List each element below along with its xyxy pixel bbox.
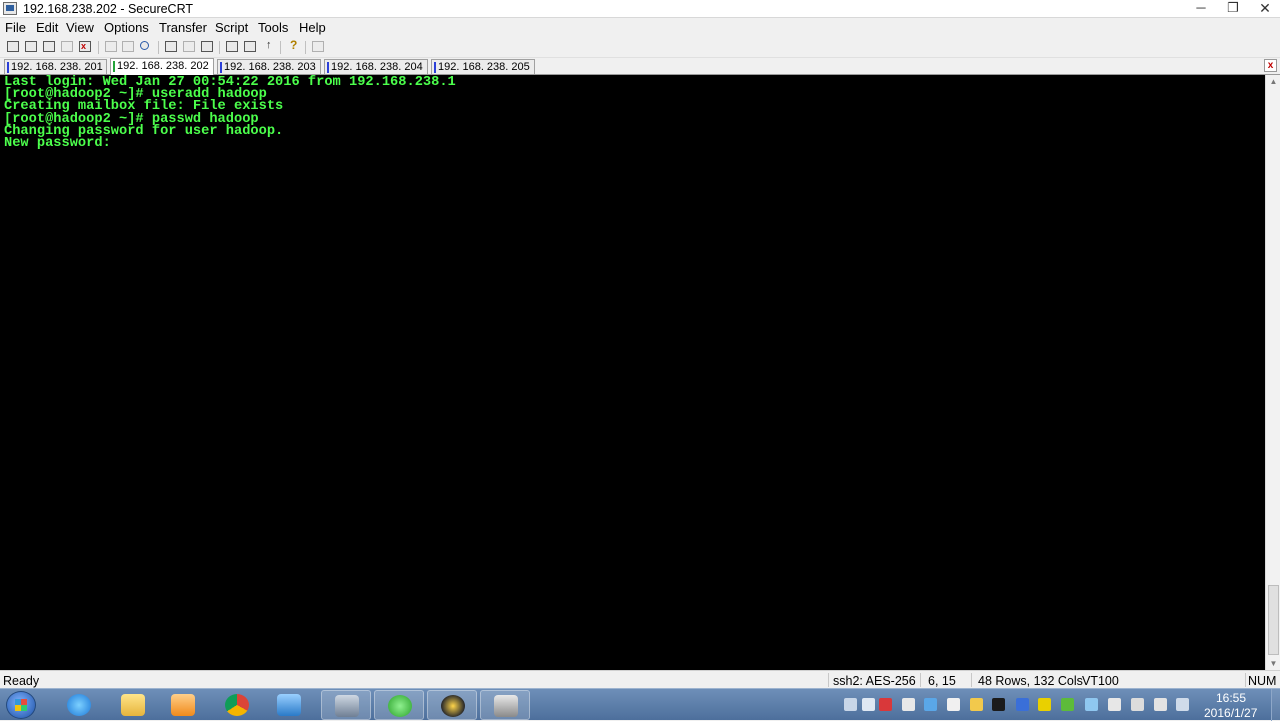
status-separator [971,673,972,687]
refresh-app-icon[interactable] [374,690,424,720]
toolbar-separator [98,41,99,54]
keyboard-icon[interactable] [844,698,857,711]
reconnect-icon[interactable] [60,40,74,54]
clock-time[interactable]: 16:55 [1216,691,1246,705]
flag-tray-icon[interactable] [1108,698,1121,711]
tab-session-201[interactable]: 192. 168. 238. 201 [4,59,107,74]
close-button[interactable]: ✕ [1251,1,1279,16]
vmware-icon[interactable] [264,690,314,720]
chrome-icon[interactable] [212,690,262,720]
title-bar: 192.168.238.202 - SecureCRT ─ ❐ ✕ [0,0,1280,18]
keymap-icon[interactable]: ↑ [262,40,276,54]
network-share-icon[interactable] [902,698,915,711]
tab-session-202[interactable]: 192. 168. 238. 202 [110,58,214,75]
copy-icon[interactable] [104,40,118,54]
toolbar: x ↑ ? [0,37,1280,58]
securecrt-icon[interactable] [480,690,530,720]
status-ready: Ready [3,674,40,688]
connect-icon[interactable] [6,40,20,54]
paste-icon[interactable] [121,40,135,54]
lock-app-icon[interactable] [321,690,371,720]
red-app-tray-icon[interactable] [879,698,892,711]
network-signal-icon[interactable] [1176,698,1189,711]
tab-session-205[interactable]: 192. 168. 238. 205 [431,59,535,74]
scroll-up-arrow-icon[interactable]: ▲ [1266,75,1280,88]
bluetooth-icon[interactable] [1016,698,1029,711]
security-shield-icon[interactable] [1061,698,1074,711]
shield-tray-icon[interactable] [924,698,937,711]
close-tab-icon[interactable]: x [1264,59,1277,72]
media-player-icon[interactable] [158,690,208,720]
print-icon[interactable] [200,40,214,54]
scroll-thumb[interactable] [1268,585,1279,655]
menu-edit[interactable]: Edit [36,20,58,35]
toolbar-separator [158,41,159,54]
vertical-scrollbar[interactable]: ▲ ▼ [1265,75,1280,670]
status-cipher: ssh2: AES-256 [833,674,916,688]
volume-icon[interactable] [1154,698,1167,711]
file-explorer-icon[interactable] [108,690,158,720]
tab-session-203[interactable]: 192. 168. 238. 203 [217,59,321,74]
find-icon[interactable] [139,40,153,54]
restore-button[interactable]: ❐ [1219,1,1247,16]
scroll-down-arrow-icon[interactable]: ▼ [1266,657,1280,670]
disconnect-icon[interactable]: x [78,40,92,54]
internet-explorer-icon[interactable] [54,690,104,720]
plus-tray-icon[interactable] [1038,698,1051,711]
status-numlock: NUM [1248,674,1277,688]
menu-view[interactable]: View [66,20,94,35]
status-emulation: VT100 [1082,674,1119,688]
clock-date[interactable]: 2016/1/27 [1204,706,1257,720]
status-separator [920,673,921,687]
pen-icon[interactable] [862,698,875,711]
session-tab-bar: 192. 168. 238. 201 192. 168. 238. 202 19… [0,58,1280,75]
menu-file[interactable]: File [5,20,26,35]
menu-options[interactable]: Options [104,20,149,35]
menu-help[interactable]: Help [299,20,326,35]
windows-tray-icon[interactable] [947,698,960,711]
menu-script[interactable]: Script [215,20,248,35]
print-setup-icon[interactable] [164,40,178,54]
session-options-icon[interactable] [225,40,239,54]
coin-tray-icon[interactable] [970,698,983,711]
system-tray [840,689,1195,721]
help-icon[interactable]: ? [286,39,300,54]
taskbar: 16:55 2016/1/27 [0,688,1280,721]
toolbar-separator [305,41,306,54]
tab-session-204[interactable]: 192. 168. 238. 204 [324,59,428,74]
window-title: 192.168.238.202 - SecureCRT [23,2,194,16]
show-desktop-button[interactable] [1271,689,1280,721]
qq-icon[interactable] [992,698,1005,711]
quick-connect-icon[interactable] [24,40,38,54]
status-cursor-position: 6, 15 [928,674,956,688]
status-terminal-size: 48 Rows, 132 Cols [978,674,1083,688]
connect-in-tab-icon[interactable] [42,40,56,54]
minimize-button[interactable]: ─ [1187,1,1215,16]
menu-bar: File Edit View Options Transfer Script T… [0,18,1280,37]
sftp-icon[interactable] [311,40,325,54]
toolbar-separator [219,41,220,54]
status-separator [828,673,829,687]
display-tray-icon[interactable] [1085,698,1098,711]
securecrt-app-icon[interactable] [3,2,17,15]
e-app-icon[interactable] [427,690,477,720]
start-button[interactable] [6,691,36,719]
global-options-icon[interactable] [243,40,257,54]
menu-transfer[interactable]: Transfer [159,20,207,35]
menu-tools[interactable]: Tools [258,20,288,35]
terminal-line: New password: [4,136,111,151]
terminal-area[interactable]: Last login: Wed Jan 27 00:54:22 2016 fro… [0,75,1265,670]
toolbar-separator [280,41,281,54]
status-separator [1245,673,1246,687]
print-selection-icon[interactable] [182,40,196,54]
battery-icon[interactable] [1131,698,1144,711]
status-bar: Ready ssh2: AES-256 6, 15 48 Rows, 132 C… [0,670,1280,688]
